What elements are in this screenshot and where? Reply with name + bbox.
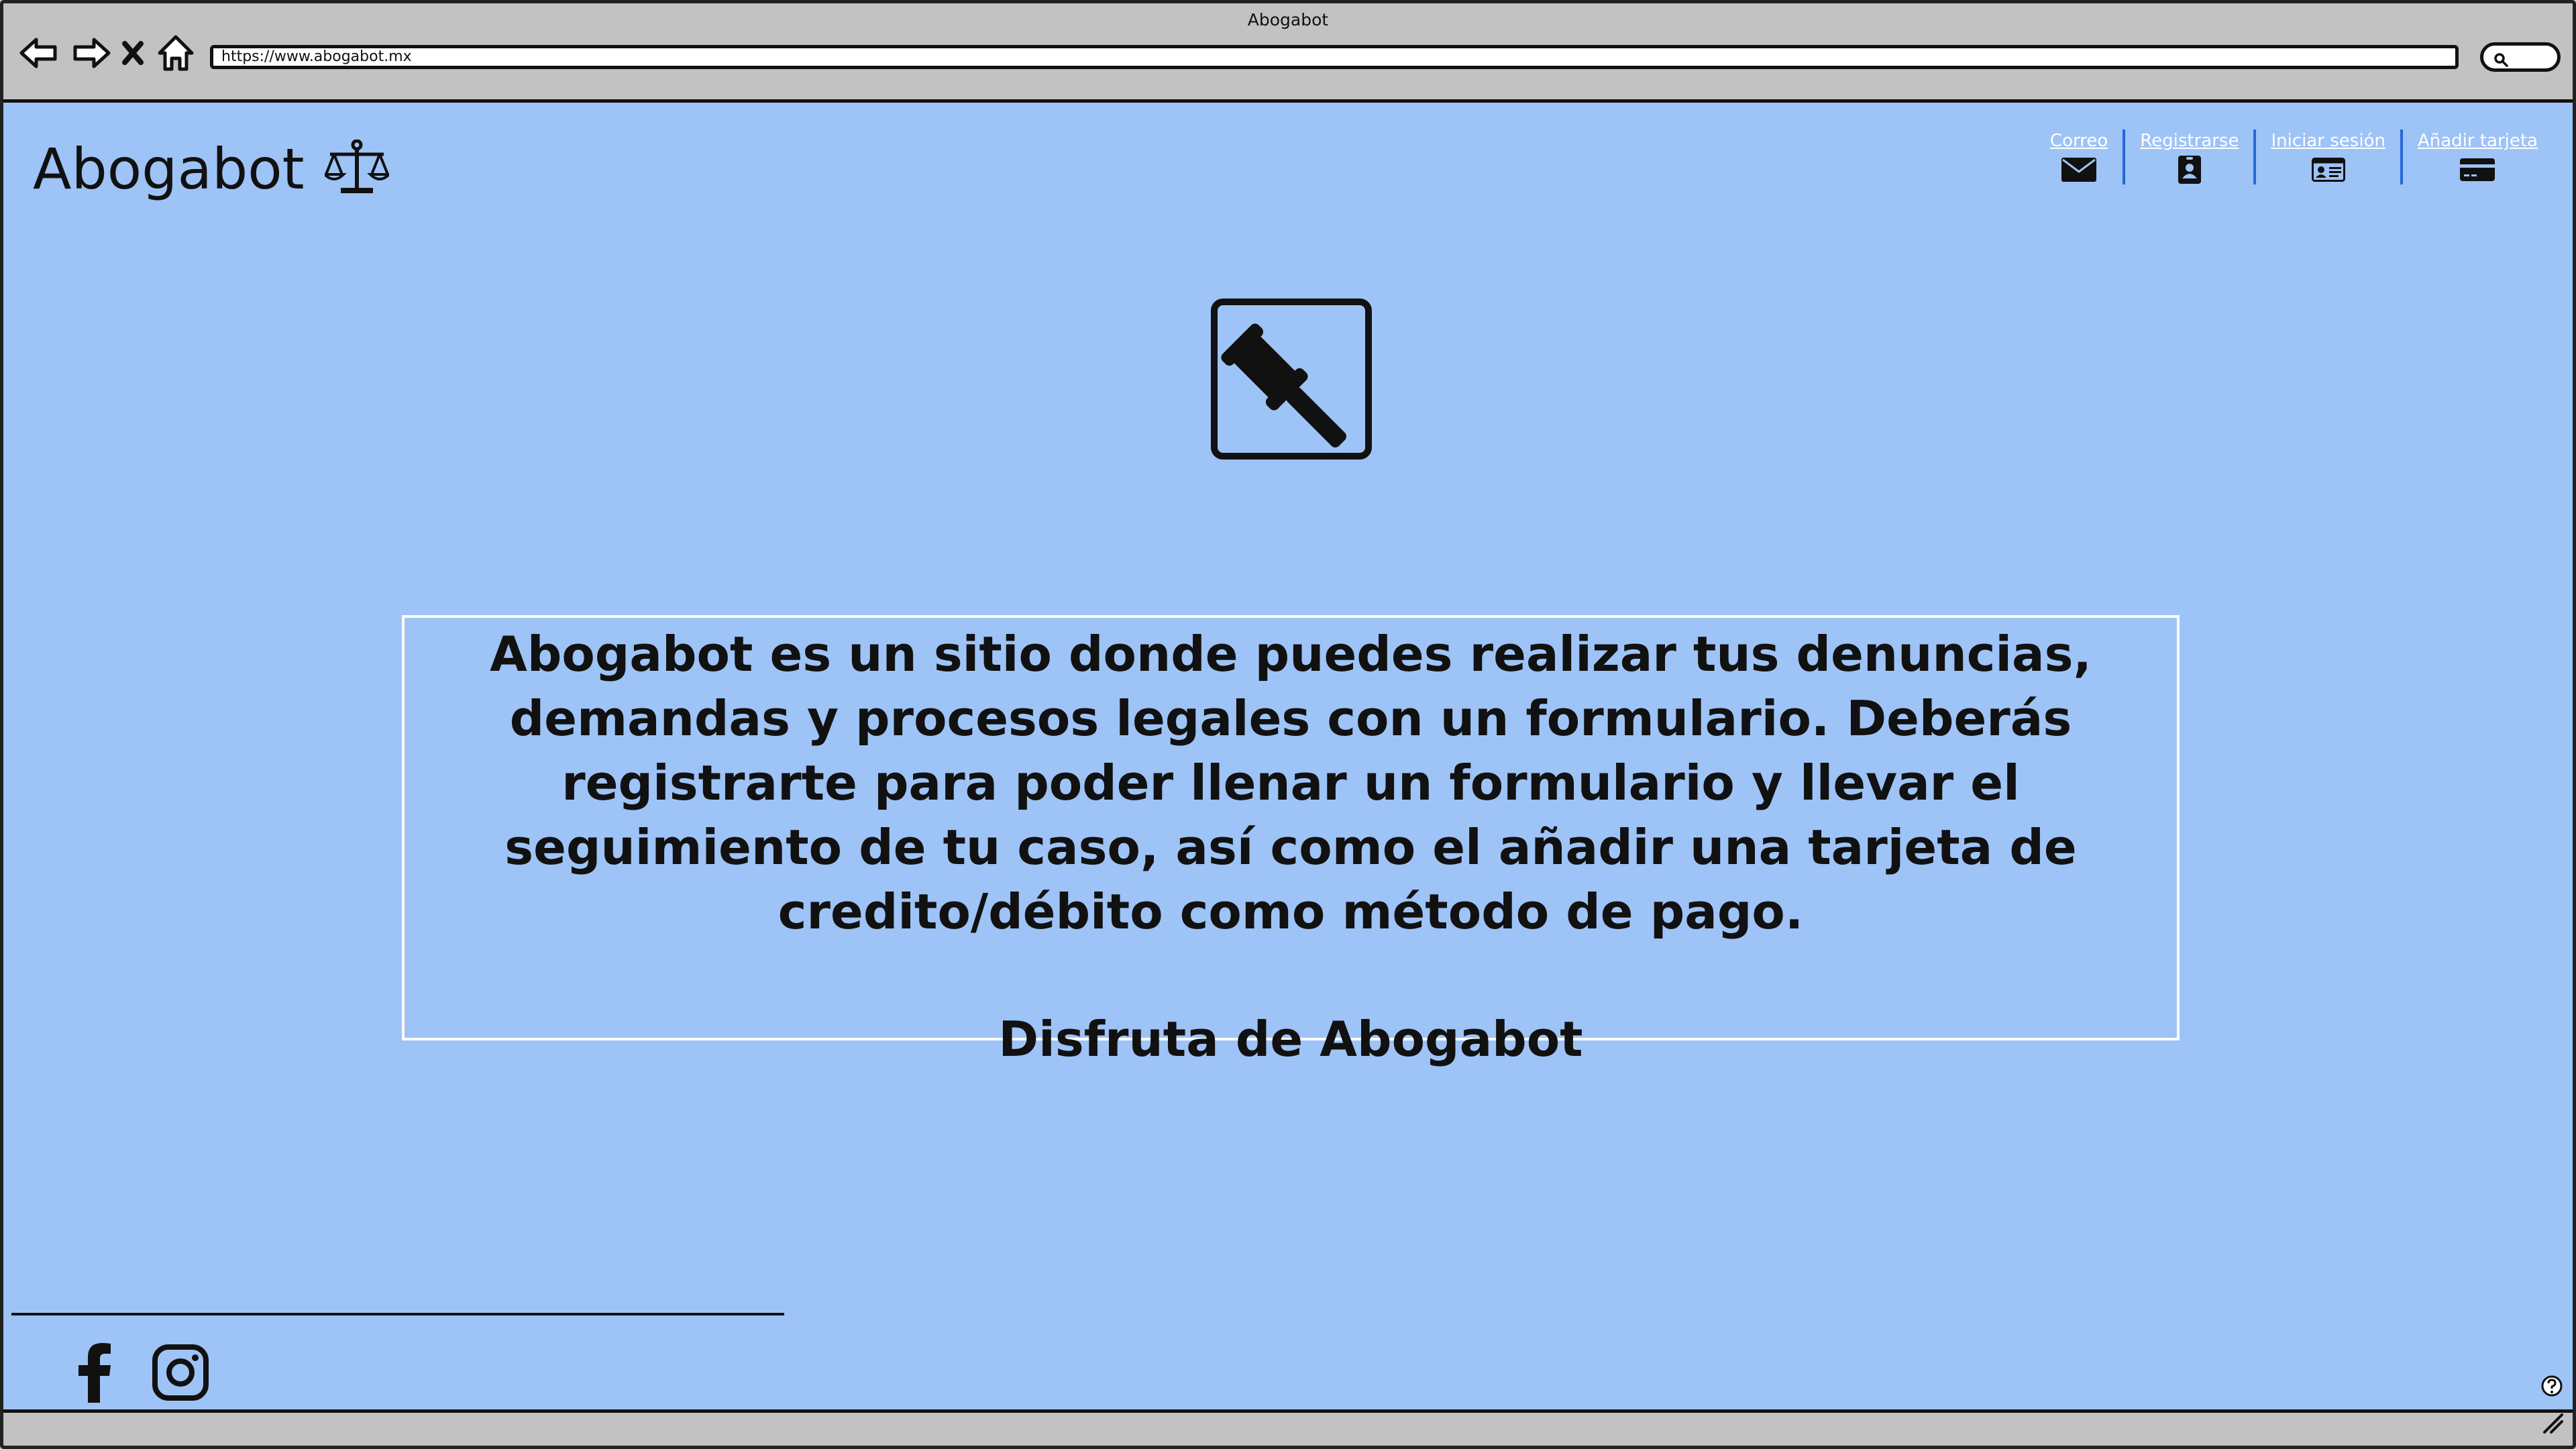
address-bar[interactable]: https://www.abogabot.mx [210,45,2459,69]
nav-link-label: Registrarse [2140,131,2239,151]
nav-link-label: Correo [2049,131,2108,151]
browser-search-button[interactable] [2480,42,2561,72]
about-tagline: Disfruta de Abogabot [998,1011,1583,1067]
facebook-icon[interactable] [77,1342,112,1405]
scales-of-justice-icon [321,139,392,199]
top-navigation: Correo Registrarse Iniciar sesión Añadir… [2035,129,2553,184]
id-card-icon [2311,155,2345,184]
nav-link-iniciar-sesion[interactable]: Iniciar sesión [2253,129,2400,184]
nav-link-anadir-tarjeta[interactable]: Añadir tarjeta [2400,129,2553,184]
envelope-icon [2061,155,2097,184]
brand-name: Abogabot [33,136,305,202]
contact-badge-icon [2178,155,2201,184]
arrow-left-icon [19,38,57,68]
nav-link-label: Añadir tarjeta [2417,131,2538,151]
about-box: Abogabot es un sitio donde puedes realiz… [402,615,2180,1067]
home-icon [158,35,194,71]
close-icon [122,41,144,65]
about-description: Abogabot es un sitio donde puedes realiz… [490,626,2092,940]
credit-card-icon [2460,155,2496,184]
help-icon[interactable] [2540,1375,2563,1400]
nav-link-correo[interactable]: Correo [2035,129,2123,184]
home-button[interactable] [152,33,199,73]
search-icon [2494,53,2508,67]
forward-button[interactable] [68,33,115,73]
gavel-icon [1211,299,1372,460]
browser-toolbar: https://www.abogabot.mx [3,29,2573,96]
arrow-right-icon [73,38,111,68]
instagram-icon[interactable] [152,1344,209,1403]
brand[interactable]: Abogabot [33,136,392,202]
resize-grip-icon[interactable] [2542,1412,2565,1438]
footer-divider [11,1313,784,1316]
back-button[interactable] [15,33,62,73]
social-links [77,1342,249,1405]
browser-window: Abogabot https://www.abogabot.mx Abogabo… [0,0,2576,1449]
nav-link-registrarse[interactable]: Registrarse [2123,129,2253,184]
page-content: Abogabot Correo Registrarse Iniciar sesi… [3,99,2573,1413]
stop-button[interactable] [116,33,150,73]
nav-link-label: Iniciar sesión [2271,131,2385,151]
